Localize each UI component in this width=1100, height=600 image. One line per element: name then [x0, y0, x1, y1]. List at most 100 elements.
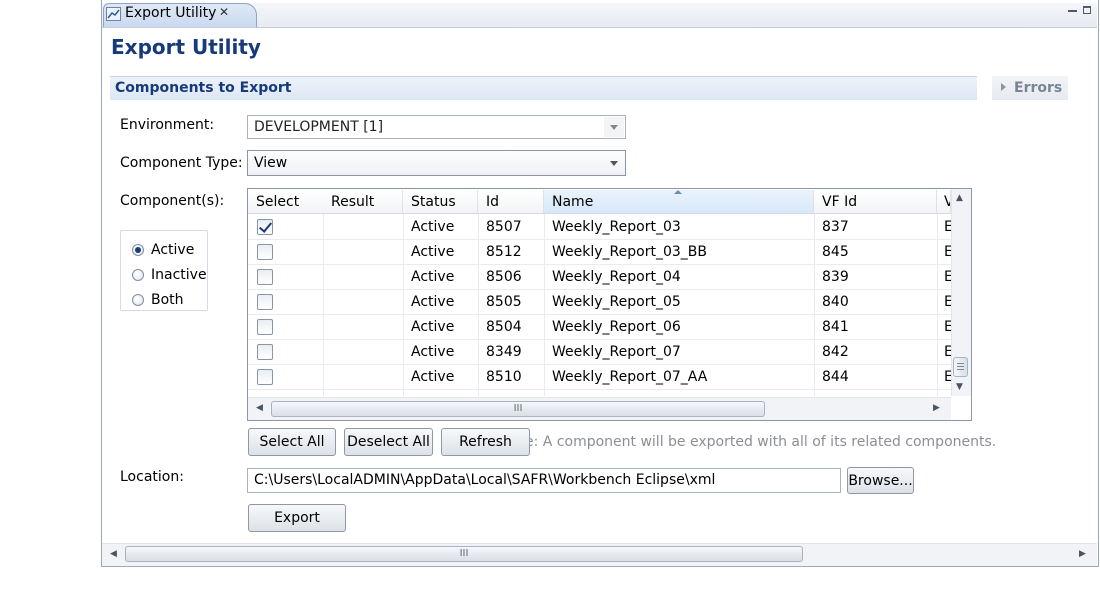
column-divider: [814, 214, 815, 396]
scroll-right-icon[interactable]: ▶: [1079, 549, 1086, 559]
scroll-down-icon[interactable]: ▼: [956, 382, 963, 392]
refresh-button[interactable]: Refresh: [441, 428, 530, 456]
cell-vf-id: 840: [822, 294, 849, 310]
maximize-icon[interactable]: [1083, 6, 1091, 14]
active-radio[interactable]: [132, 244, 144, 256]
cell-name: Weekly_Report_06: [552, 319, 681, 335]
page-horizontal-scroll-thumb[interactable]: III: [125, 546, 803, 562]
cell-vf-id: 844: [822, 369, 849, 385]
cell-name: Weekly_Report_03: [552, 219, 681, 235]
chevron-down-icon: [610, 161, 618, 166]
vertical-scroll-thumb[interactable]: [953, 357, 968, 377]
cell-result: [323, 240, 403, 265]
column-header-vf-id[interactable]: VF Id: [814, 190, 937, 214]
cell-id: 8507: [486, 219, 522, 235]
cell-v: E: [944, 269, 951, 285]
export-note: e: A component will be exported with all…: [525, 434, 997, 450]
horizontal-scroll-thumb[interactable]: III: [271, 401, 765, 417]
cell-v: E: [944, 319, 951, 335]
minimize-icon[interactable]: [1068, 4, 1078, 14]
inactive-radio[interactable]: [132, 269, 144, 281]
environment-select[interactable]: DEVELOPMENT [1]: [247, 115, 626, 139]
column-header-v[interactable]: V: [937, 190, 951, 214]
chart-icon: [106, 7, 121, 21]
row-select-checkbox[interactable]: [257, 269, 273, 285]
cell-id: 8506: [486, 269, 522, 285]
cell-id: 8504: [486, 319, 522, 335]
column-divider: [478, 214, 479, 396]
column-header-select[interactable]: Select: [248, 190, 325, 214]
row-select-checkbox[interactable]: [257, 244, 273, 260]
scroll-right-icon[interactable]: ▶: [933, 403, 940, 413]
row-select-checkbox[interactable]: [257, 369, 273, 385]
cell-status: Active: [411, 369, 455, 385]
cell-result: [323, 315, 403, 340]
column-divider: [937, 214, 938, 396]
column-divider: [323, 214, 324, 396]
export-button[interactable]: Export: [248, 504, 346, 532]
cell-vf-id: 837: [822, 219, 849, 235]
cell-id: 8510: [486, 369, 522, 385]
row-select-checkbox[interactable]: [257, 294, 273, 310]
location-label: Location:: [120, 469, 184, 485]
both-radio-label[interactable]: Both: [151, 292, 184, 308]
component-type-value: View: [254, 155, 288, 171]
deselect-all-button[interactable]: Deselect All: [344, 428, 433, 456]
cell-vf-id: 841: [822, 319, 849, 335]
cell-name: Weekly_Report_07: [552, 344, 681, 360]
component-type-label: Component Type:: [120, 155, 243, 171]
page-title: Export Utility: [111, 35, 261, 59]
cell-status: Active: [411, 219, 455, 235]
column-header-id[interactable]: Id: [478, 190, 544, 214]
cell-name: Weekly_Report_07_AA: [552, 369, 708, 385]
row-select-checkbox[interactable]: [257, 344, 273, 360]
active-radio-label[interactable]: Active: [151, 242, 194, 258]
column-header-result[interactable]: Result: [323, 190, 403, 214]
cell-id: 8349: [486, 344, 522, 360]
cell-status: Active: [411, 319, 455, 335]
close-tab-icon[interactable]: ✕: [219, 5, 229, 19]
cell-status: Active: [411, 344, 455, 360]
cell-status: Active: [411, 269, 455, 285]
column-divider: [403, 214, 404, 396]
cell-result: [323, 340, 403, 365]
cell-v: E: [944, 369, 951, 385]
components-label: Component(s):: [120, 193, 225, 209]
cell-id: 8512: [486, 244, 522, 260]
cell-result: [323, 265, 403, 290]
browse-button[interactable]: Browse...: [847, 467, 914, 494]
cell-result: [323, 290, 403, 315]
location-field[interactable]: C:\Users\LocalADMIN\AppData\Local\SAFR\W…: [247, 468, 841, 493]
cell-v: E: [944, 344, 951, 360]
cell-name: Weekly_Report_04: [552, 269, 681, 285]
cell-vf-id: 839: [822, 269, 849, 285]
both-radio[interactable]: [132, 294, 144, 306]
tab-title: Export Utility: [125, 5, 217, 21]
inactive-radio-label[interactable]: Inactive: [151, 267, 207, 283]
cell-v: E: [944, 219, 951, 235]
sort-ascending-icon: [674, 190, 682, 194]
scroll-left-icon[interactable]: ◀: [110, 549, 117, 559]
row-select-checkbox[interactable]: [257, 319, 273, 335]
location-value: C:\Users\LocalADMIN\AppData\Local\SAFR\W…: [254, 472, 716, 488]
select-all-button[interactable]: Select All: [248, 428, 336, 456]
cell-result: [323, 365, 403, 390]
section-title: Components to Export: [115, 80, 292, 96]
row-divider: [248, 389, 951, 390]
row-select-checkbox[interactable]: [257, 219, 273, 235]
column-header-status[interactable]: Status: [403, 190, 478, 214]
cell-name: Weekly_Report_03_BB: [552, 244, 707, 260]
chevron-down-icon: [610, 125, 618, 130]
cell-status: Active: [411, 294, 455, 310]
column-divider: [544, 214, 545, 396]
cell-id: 8505: [486, 294, 522, 310]
component-type-select[interactable]: View: [247, 150, 626, 176]
scroll-left-icon[interactable]: ◀: [256, 403, 263, 413]
cell-vf-id: 842: [822, 344, 849, 360]
cell-name: Weekly_Report_05: [552, 294, 681, 310]
cell-v: E: [944, 244, 951, 260]
expand-arrow-icon[interactable]: [1001, 83, 1006, 91]
environment-value: DEVELOPMENT [1]: [254, 119, 384, 135]
scroll-up-icon[interactable]: ▲: [956, 193, 963, 203]
cell-vf-id: 845: [822, 244, 849, 260]
